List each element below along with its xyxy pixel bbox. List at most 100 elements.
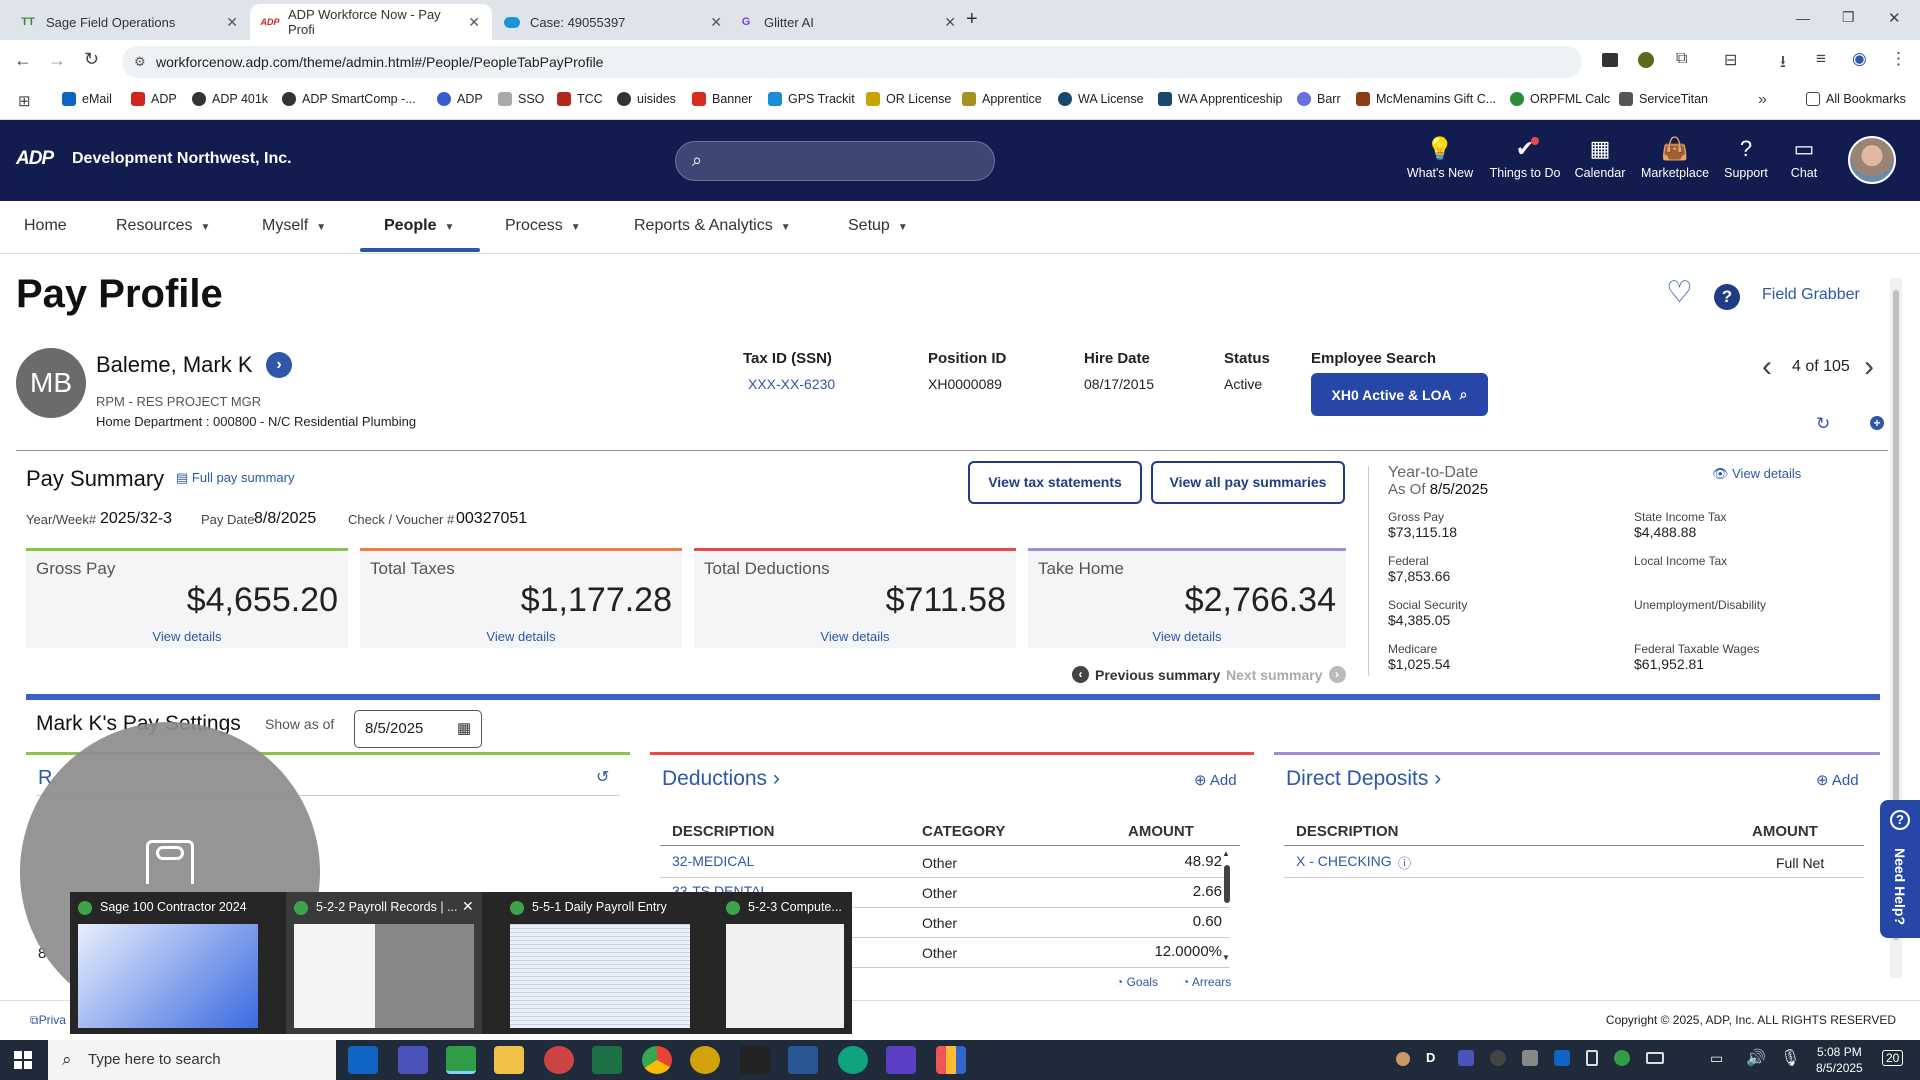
nav-people[interactable]: People ▼ xyxy=(384,217,454,235)
tray-app-icon[interactable] xyxy=(1522,1050,1538,1066)
chatgpt-taskbar-icon[interactable] xyxy=(838,1046,868,1074)
browser-tab-sage[interactable]: TT Sage Field Operations ✕ xyxy=(8,4,250,40)
refresh-icon[interactable]: ↻ xyxy=(1816,414,1830,434)
direct-deposits-title-link[interactable]: Direct Deposits › xyxy=(1286,767,1441,791)
scroll-down-icon[interactable]: ▼ xyxy=(1222,953,1230,962)
menu-kebab-icon[interactable]: ⋮ xyxy=(1890,49,1907,69)
sage-taskbar-icon[interactable] xyxy=(446,1046,476,1074)
privacy-link[interactable]: ⧉Priva xyxy=(30,1013,66,1028)
chrome-taskbar-icon[interactable] xyxy=(642,1046,672,1074)
adp-logo[interactable]: ADP xyxy=(16,148,54,170)
bookmark-wa-license[interactable]: WA License xyxy=(1058,92,1144,106)
arrears-link[interactable]: ◔ Arrears xyxy=(1182,975,1231,989)
close-icon[interactable]: ✕ xyxy=(710,14,722,31)
browser-tab-case[interactable]: Case: 49055397 ✕ xyxy=(492,4,734,40)
bookmark-mcmenamins[interactable]: McMenamins Gift C... xyxy=(1356,92,1496,106)
extension-icon[interactable] xyxy=(1602,53,1618,67)
next-employee-chevron-icon[interactable]: › xyxy=(1864,352,1874,382)
thumbnail-payroll-records[interactable]: 5-2-2 Payroll Records | ... ✕ xyxy=(286,892,482,1034)
back-arrow-icon[interactable]: ← xyxy=(14,50,32,71)
download-icon[interactable]: ⭳ xyxy=(1780,49,1786,78)
nav-chat[interactable]: ▭ Chat xyxy=(1759,136,1849,180)
nav-process[interactable]: Process ▼ xyxy=(505,217,581,235)
teams-taskbar-icon[interactable] xyxy=(398,1046,428,1074)
thumbnail-sage-100[interactable]: Sage 100 Contractor 2024 xyxy=(70,892,266,1034)
microphone-icon[interactable]: 🎙 xyxy=(1780,1048,1800,1068)
tray-app-icon[interactable] xyxy=(1396,1052,1410,1066)
puzzle-extensions-icon[interactable]: ⧉ xyxy=(1676,50,1687,68)
tray-device-icon[interactable] xyxy=(1586,1050,1598,1066)
bookmark-banner[interactable]: Banner xyxy=(692,92,752,106)
nav-setup[interactable]: Setup ▼ xyxy=(848,217,908,235)
app-taskbar-icon[interactable] xyxy=(690,1046,720,1074)
outlook-tray-icon[interactable] xyxy=(1554,1050,1570,1066)
window-close-icon[interactable]: ✕ xyxy=(1888,9,1901,27)
close-icon[interactable]: ✕ xyxy=(462,898,474,915)
employee-next-arrow-icon[interactable]: › xyxy=(266,352,292,378)
scrollbar-thumb[interactable] xyxy=(1224,865,1230,903)
thumbnail-daily-payroll[interactable]: 5-5-1 Daily Payroll Entry xyxy=(502,892,698,1034)
browser-tab-adp[interactable]: ADP ADP Workforce Now - Pay Profi ✕ xyxy=(250,4,492,40)
nav-myself[interactable]: Myself ▼ xyxy=(262,217,326,235)
tray-app-icon[interactable] xyxy=(1614,1050,1630,1066)
teams-tray-icon[interactable] xyxy=(1458,1050,1474,1066)
tray-letter-icon[interactable]: D xyxy=(1426,1050,1435,1065)
bookmark-adp-smartcomp[interactable]: ADP SmartComp -... xyxy=(282,92,416,106)
scroll-up-icon[interactable]: ▲ xyxy=(1222,849,1230,858)
nav-whats-new[interactable]: 💡 What's New xyxy=(1395,136,1485,180)
ytd-view-details-link[interactable]: 👁 View details xyxy=(1712,466,1801,482)
page-help-icon[interactable]: ? xyxy=(1714,284,1740,310)
bookmark-servicetitan[interactable]: ServiceTitan xyxy=(1619,92,1708,106)
calendar-icon[interactable]: ▦ xyxy=(457,719,471,737)
nav-home[interactable]: Home xyxy=(24,217,67,235)
info-icon[interactable]: ⓘ xyxy=(1398,853,1411,872)
tray-app-icon[interactable] xyxy=(1490,1050,1506,1066)
url-input[interactable]: ⚙ workforcenow.adp.com/theme/admin.html#… xyxy=(122,46,1582,78)
app-taskbar-icon[interactable] xyxy=(544,1046,574,1074)
card-view-details-link[interactable]: View details xyxy=(26,629,348,644)
site-info-icon[interactable]: ⚙ xyxy=(134,46,146,78)
tab-search-icon[interactable]: ⊟ xyxy=(1724,50,1737,70)
taskbar-clock[interactable]: 5:08 PM 8/5/2025 xyxy=(1816,1044,1863,1076)
show-as-of-date-input[interactable]: 8/5/2025 ▦ xyxy=(354,710,482,748)
global-search-input[interactable]: ⌕ xyxy=(675,141,995,181)
new-tab-plus-icon[interactable]: + xyxy=(966,8,978,31)
bookmark-gps-trackit[interactable]: GPS Trackit xyxy=(768,92,855,106)
employee-search-button[interactable]: XH0 Active & LOA ⌕ xyxy=(1311,373,1488,416)
restore-icon[interactable]: ❐ xyxy=(1842,9,1855,26)
table-row[interactable]: 32-MEDICAL Other 48.92 xyxy=(650,847,1230,877)
minimize-icon[interactable]: — xyxy=(1796,10,1810,26)
bookmark-sso[interactable]: SSO xyxy=(498,92,544,106)
profile-icon[interactable]: ◉ xyxy=(1852,49,1867,69)
bookmark-email[interactable]: eMail xyxy=(62,92,112,106)
reload-icon[interactable]: ↻ xyxy=(84,49,99,70)
windows-start-icon[interactable] xyxy=(14,1051,32,1069)
file-explorer-taskbar-icon[interactable] xyxy=(494,1046,524,1074)
view-tax-statements-button[interactable]: View tax statements xyxy=(968,461,1142,504)
bookmark-wa-apprenticeship[interactable]: WA Apprenticeship xyxy=(1158,92,1282,106)
battery-icon[interactable] xyxy=(1646,1052,1664,1064)
card-view-details-link[interactable]: View details xyxy=(694,629,1016,644)
bookmark-tcc[interactable]: TCC xyxy=(557,92,603,106)
bookmark-apprentice[interactable]: Apprentice xyxy=(962,92,1042,106)
deductions-title-link[interactable]: Deductions › xyxy=(662,767,780,791)
add-deposit-button[interactable]: ⊕ Add xyxy=(1816,771,1859,789)
nav-reports-analytics[interactable]: Reports & Analytics ▼ xyxy=(634,217,791,235)
goals-link[interactable]: ◔ Goals xyxy=(1116,975,1158,989)
acrobat-taskbar-icon[interactable] xyxy=(740,1046,770,1074)
user-avatar[interactable] xyxy=(1848,136,1896,184)
taskbar-search-input[interactable]: ⌕ Type here to search xyxy=(48,1040,336,1080)
bookmark-orpfml[interactable]: ORPFML Calc xyxy=(1510,92,1610,106)
need-help-tab[interactable]: ? Need Help? xyxy=(1880,800,1920,938)
bookmark-adp[interactable]: ADP xyxy=(131,92,177,106)
close-icon[interactable]: ✕ xyxy=(226,14,238,31)
favorite-heart-icon[interactable]: ♡ xyxy=(1666,278,1693,308)
card-view-details-link[interactable]: View details xyxy=(1028,629,1346,644)
apps-grid-icon[interactable]: ⊞ xyxy=(18,92,31,110)
card-view-details-link[interactable]: View details xyxy=(360,629,682,644)
add-deduction-button[interactable]: ⊕ Add xyxy=(1194,771,1237,789)
bookmark-uisides[interactable]: uisides xyxy=(617,92,676,106)
volume-icon[interactable]: 🔊 xyxy=(1746,1048,1766,1068)
bookmark-or-license[interactable]: OR License xyxy=(866,92,951,106)
close-icon[interactable]: ✕ xyxy=(944,14,956,31)
